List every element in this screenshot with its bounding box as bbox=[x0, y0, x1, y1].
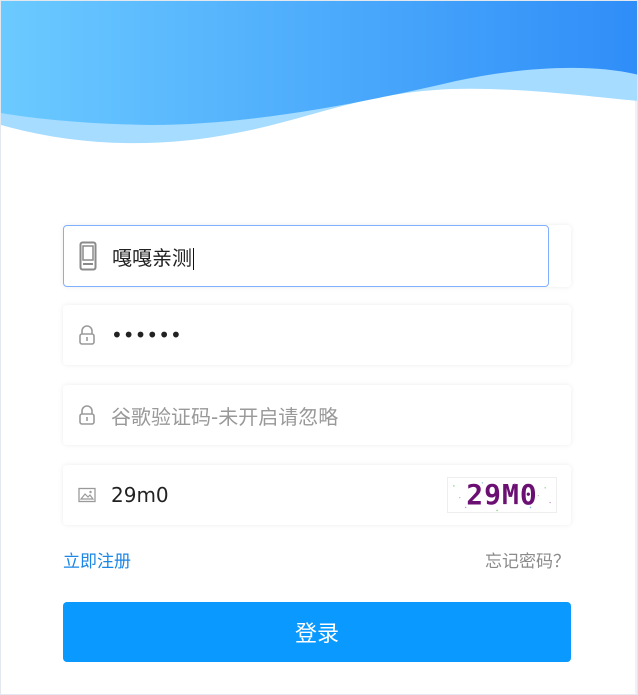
phone-icon bbox=[64, 226, 112, 286]
phone-field[interactable]: 嘎嘎亲测 bbox=[63, 225, 549, 287]
text-caret bbox=[193, 248, 194, 270]
google-code-field[interactable]: 谷歌验证码-未开启请忽略 bbox=[63, 385, 571, 445]
password-input[interactable]: •••••• bbox=[111, 323, 571, 347]
captcha-image[interactable]: 29M0 bbox=[447, 477, 557, 513]
image-icon bbox=[63, 465, 111, 525]
forgot-password-link[interactable]: 忘记密码？ bbox=[485, 547, 570, 572]
lock-icon bbox=[63, 305, 111, 365]
lock-icon bbox=[63, 385, 111, 445]
login-button[interactable]: 登录 bbox=[63, 602, 571, 662]
phone-field-wrapper: 嘎嘎亲测 bbox=[63, 225, 571, 287]
login-page: 嘎嘎亲测 •••••• 谷歌验证码-未开启请忽略 29m0 29M0 立即注册 … bbox=[0, 0, 638, 695]
phone-input-value: 嘎嘎亲测 bbox=[112, 245, 192, 270]
captcha-field[interactable]: 29m0 29M0 bbox=[63, 465, 571, 525]
wave-dark bbox=[1, 1, 637, 125]
captcha-text: 29M0 bbox=[466, 478, 538, 511]
header-wave-banner bbox=[1, 1, 637, 144]
phone-input[interactable]: 嘎嘎亲测 bbox=[112, 242, 548, 271]
password-field[interactable]: •••••• bbox=[63, 305, 571, 365]
google-code-input[interactable]: 谷歌验证码-未开启请忽略 bbox=[111, 401, 571, 430]
register-link[interactable]: 立即注册 bbox=[63, 547, 131, 572]
